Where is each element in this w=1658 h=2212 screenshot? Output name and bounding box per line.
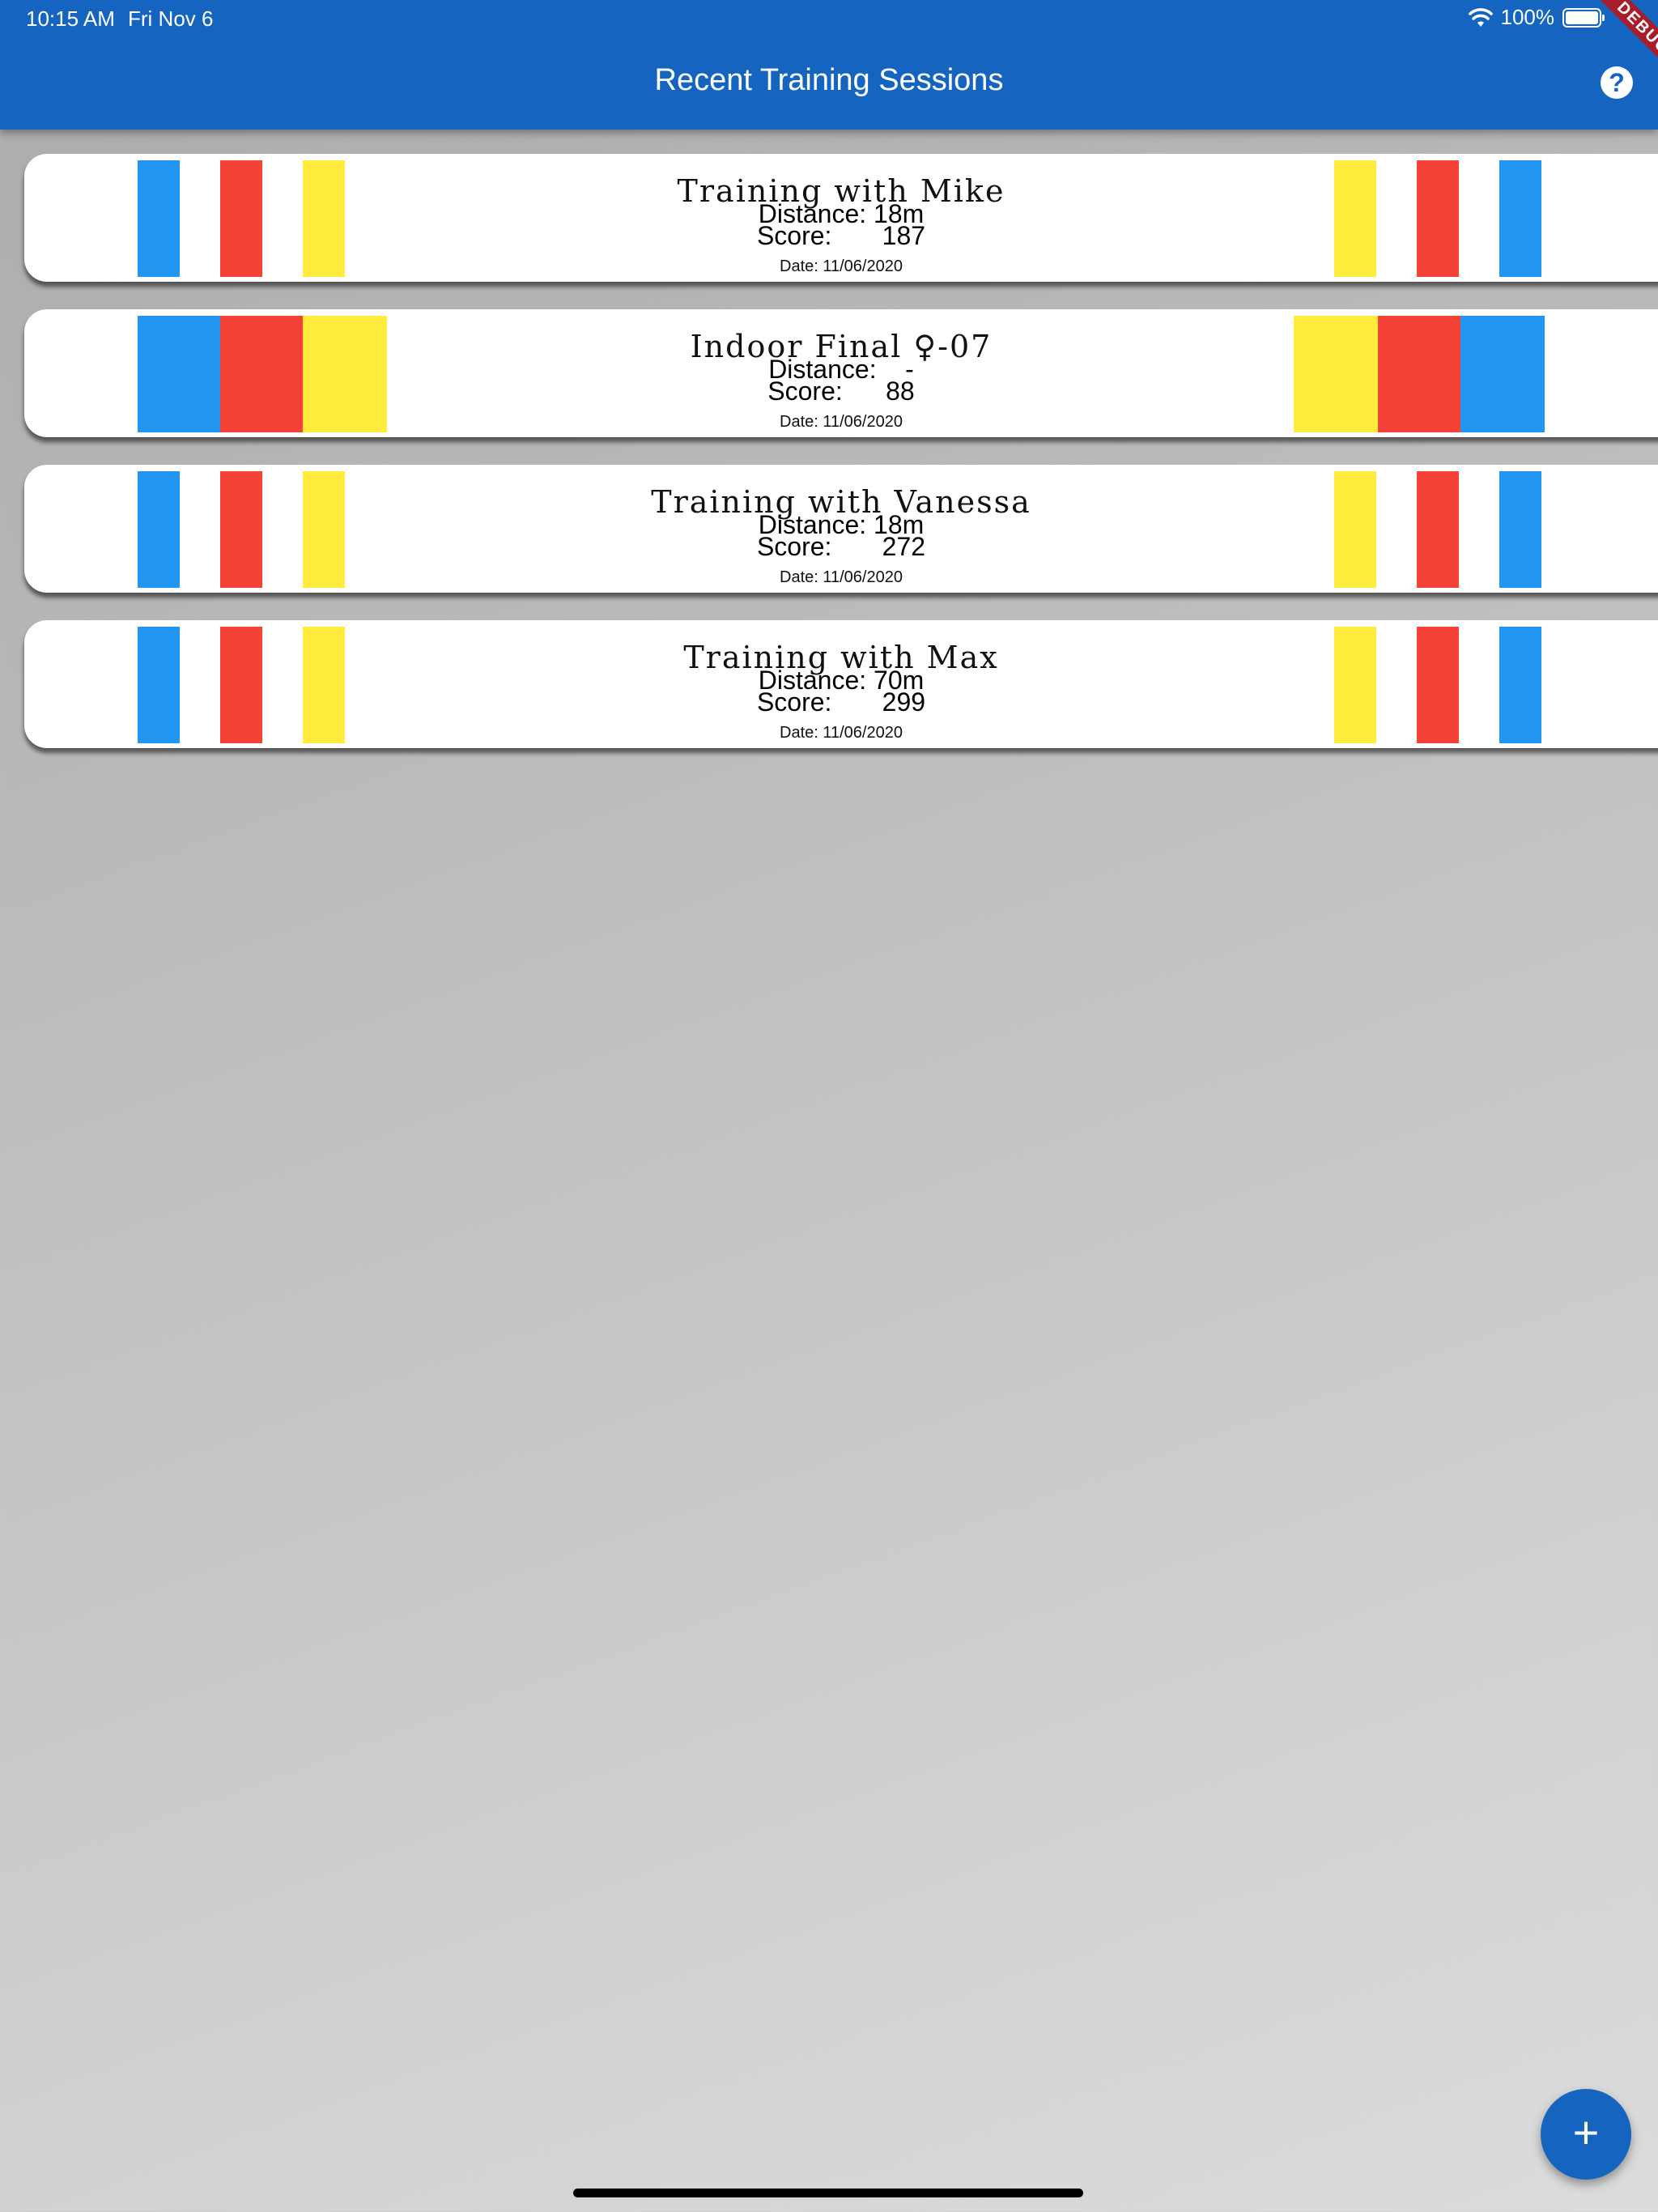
home-indicator — [573, 2189, 1083, 2197]
help-circle-icon[interactable]: ? — [1601, 66, 1633, 99]
page-title: Recent Training Sessions — [654, 63, 1004, 97]
session-score: Score: 187 — [756, 221, 926, 250]
session-score: Score: 299 — [756, 687, 926, 717]
session-date: Date: 11/06/2020 — [780, 413, 903, 431]
session-card[interactable]: Indoor Final ♀-07 Distance: - Score: 88 Dat… — [24, 309, 1658, 437]
session-date: Date: 11/06/2020 — [780, 724, 903, 742]
session-date: Date: 11/06/2020 — [780, 568, 903, 586]
session-score: Score: 272 — [756, 532, 926, 561]
app-bar: 10:15 AM Fri Nov 6 100% Recent Training … — [0, 0, 1658, 130]
add-session-button[interactable]: + — [1541, 2089, 1631, 2180]
battery-percent: 100% — [1500, 5, 1555, 29]
session-card[interactable]: Training with Vanessa Distance: 18m Score:… — [24, 465, 1658, 593]
session-score: Score: 88 — [767, 376, 915, 406]
wifi-icon — [1468, 7, 1493, 27]
status-time: 10:15 AM — [26, 6, 115, 31]
session-card[interactable]: Training with Mike Distance: 18m Score: 18… — [24, 154, 1658, 282]
status-date: Fri Nov 6 — [128, 6, 214, 31]
battery-icon — [1562, 7, 1605, 28]
session-card[interactable]: Training with Max Distance: 70m Score: 299… — [24, 620, 1658, 748]
status-indicators: 100% — [1468, 5, 1605, 30]
session-date: Date: 11/06/2020 — [780, 257, 903, 275]
